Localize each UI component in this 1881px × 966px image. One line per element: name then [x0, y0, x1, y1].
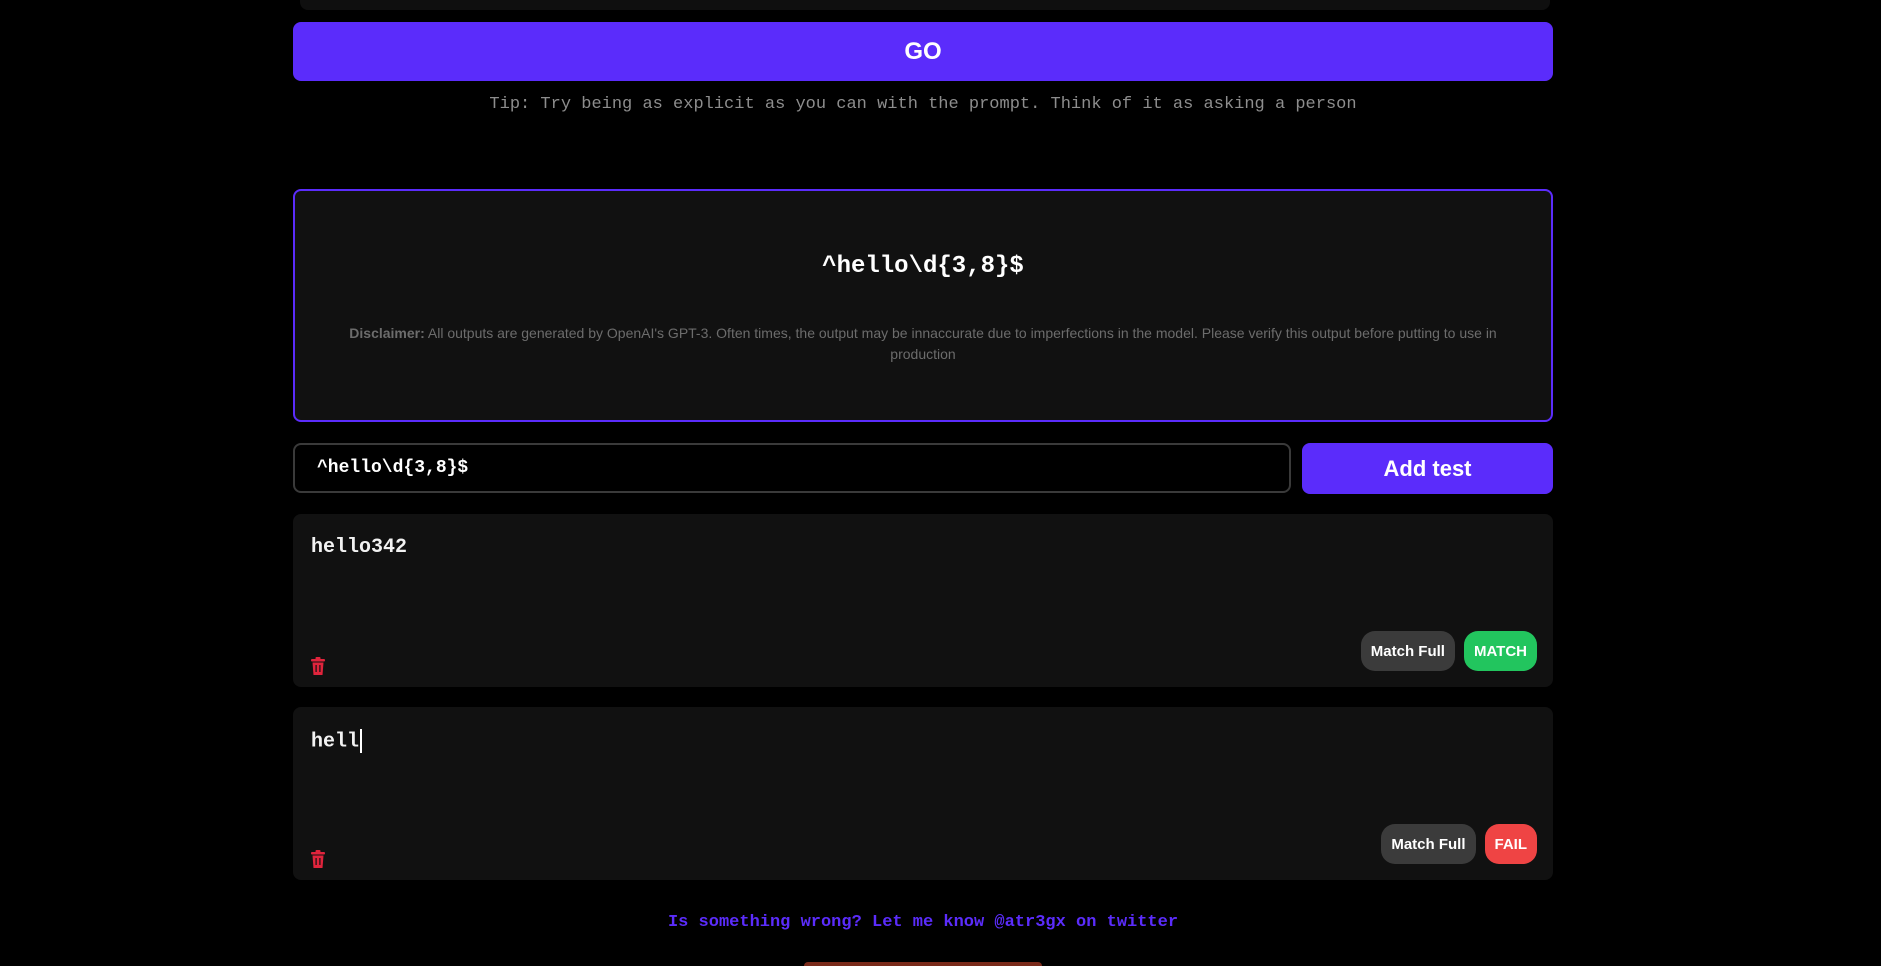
trash-icon[interactable]	[311, 850, 325, 868]
test-badges: Match Full MATCH	[1360, 631, 1537, 671]
bottom-button-edge[interactable]	[804, 962, 1042, 966]
tip-text: Tip: Try being as explicit as you can wi…	[489, 95, 1357, 114]
status-badge-match: MATCH	[1463, 631, 1537, 671]
result-panel: ^hello\d{3,8}$ Disclaimer: All outputs a…	[293, 189, 1553, 422]
disclaimer-label: Disclaimer:	[349, 325, 425, 341]
test-input-value: hell	[311, 730, 360, 754]
match-mode-toggle[interactable]: Match Full	[1360, 631, 1455, 671]
twitter-feedback-link[interactable]: Is something wrong? Let me know @atr3gx …	[293, 913, 1553, 932]
go-button[interactable]: GO	[293, 22, 1553, 81]
regex-input[interactable]	[293, 443, 1291, 493]
disclaimer-text: All outputs are generated by OpenAI's GP…	[424, 325, 1497, 362]
test-input[interactable]: hello342	[311, 536, 407, 559]
test-card[interactable]: hello342 Match Full MATCH	[293, 514, 1553, 687]
prompt-input-edge[interactable]	[300, 0, 1550, 10]
trash-icon[interactable]	[311, 657, 325, 675]
add-test-button[interactable]: Add test	[1302, 443, 1553, 494]
text-cursor	[360, 729, 363, 753]
test-badges: Match Full FAIL	[1381, 824, 1537, 864]
generated-regex: ^hello\d{3,8}$	[822, 253, 1024, 280]
test-card[interactable]: hell Match Full FAIL	[293, 707, 1553, 880]
page: GO Tip: Try being as explicit as you can…	[0, 0, 1881, 966]
test-input[interactable]: hell	[311, 729, 363, 754]
status-badge-fail: FAIL	[1484, 824, 1537, 864]
disclaimer: Disclaimer: All outputs are generated by…	[335, 323, 1511, 365]
match-mode-toggle[interactable]: Match Full	[1381, 824, 1476, 864]
